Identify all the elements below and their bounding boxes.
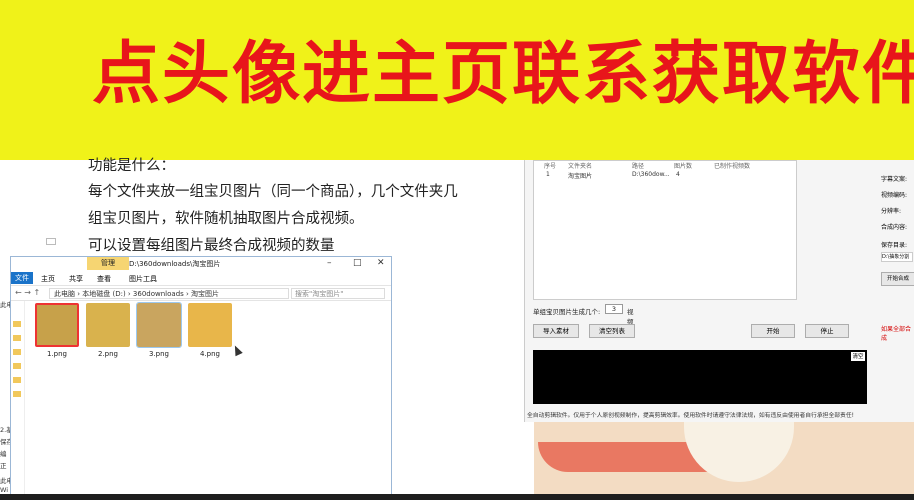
maximize-icon[interactable]: □ bbox=[353, 258, 362, 268]
save-dir-label: 保存目录: bbox=[881, 242, 908, 249]
doc-line-4: 可以设置每组图片最终合成视频的数量 bbox=[88, 238, 335, 254]
tab-picture-tools[interactable]: 图片工具 bbox=[129, 274, 157, 284]
folder-icon[interactable] bbox=[13, 377, 21, 383]
folder-icon[interactable] bbox=[13, 335, 21, 341]
window-title: D:\360downloads\淘宝图片 bbox=[129, 260, 221, 268]
file-name: 1.png bbox=[46, 350, 67, 358]
subtitle-label: 字幕文案: bbox=[881, 176, 908, 183]
file-name: 3.png bbox=[148, 350, 169, 358]
file-thumbnail-1[interactable] bbox=[35, 303, 79, 347]
resolution-label: 分辨率: bbox=[881, 208, 902, 215]
nav-pane bbox=[11, 301, 25, 496]
disclaimer-text: 全自动剪辑软件。仅用于个人原创视频制作，提高剪辑效率。使用软件时请遵守法律法规，… bbox=[527, 413, 854, 419]
gutter-label: Wi bbox=[0, 486, 9, 494]
clear-list-button[interactable]: 清空列表 bbox=[589, 324, 635, 338]
table-header: 文件夹名 bbox=[568, 163, 593, 170]
table-cell[interactable]: 1 bbox=[546, 171, 550, 178]
address-bar-row: ← → ↑ 此电脑 › 本地磁盘 (D:) › 360downloads › 淘… bbox=[11, 285, 391, 301]
doc-line-2: 每个文件夹放一组宝贝图片（同一个商品），几个文件夹几 bbox=[88, 184, 458, 200]
circle-decoration bbox=[684, 422, 794, 482]
file-thumbnail-3[interactable] bbox=[136, 302, 182, 348]
log-console: 清空 bbox=[533, 350, 867, 404]
table-header: 已制作视频数 bbox=[714, 163, 751, 170]
taskbar bbox=[0, 494, 914, 500]
table-cell[interactable]: 4 bbox=[676, 171, 680, 178]
stop-button[interactable]: 停止 bbox=[805, 324, 849, 338]
doc-line-3: 组宝贝图片，软件随机抽取图片合成视频。 bbox=[88, 211, 364, 227]
close-icon[interactable]: ✕ bbox=[377, 258, 385, 268]
folder-icon[interactable] bbox=[13, 391, 21, 397]
folder-icon[interactable] bbox=[13, 363, 21, 369]
file-explorer-window: 管理 D:\360downloads\淘宝图片 – □ ✕ 文件 主页 共享 查… bbox=[10, 256, 392, 496]
import-button[interactable]: 导入素材 bbox=[533, 324, 579, 338]
tab-view[interactable]: 查看 bbox=[97, 274, 111, 284]
content-label: 合成内容: bbox=[881, 224, 908, 231]
folder-icon[interactable] bbox=[13, 321, 21, 327]
video-tool-panel: 序号 文件夹名 路径 图片数 已制作视频数 1 淘宝图片 D:\360dow..… bbox=[524, 160, 914, 422]
title-banner: 点头像进主页联系获取软件 bbox=[0, 0, 914, 160]
explorer-titlebar: 管理 D:\360downloads\淘宝图片 – □ ✕ bbox=[11, 257, 391, 271]
table-cell[interactable]: 淘宝图片 bbox=[568, 171, 592, 180]
table-header: 图片数 bbox=[674, 163, 693, 170]
generate-unit: 视频 bbox=[627, 308, 634, 326]
generate-count-input[interactable]: 3 bbox=[605, 304, 623, 314]
gutter-label: 编 bbox=[0, 450, 7, 458]
nav-arrows-icon[interactable]: ← → ↑ bbox=[15, 288, 40, 297]
table-cell[interactable]: D:\360dow... bbox=[632, 171, 670, 178]
doc-line-1: 功能是什么： bbox=[88, 158, 175, 174]
manage-tab[interactable]: 管理 bbox=[87, 257, 129, 270]
ribbon-tabs: 文件 主页 共享 查看 图片工具 bbox=[11, 271, 391, 285]
start-button[interactable]: 开始 bbox=[751, 324, 795, 338]
start-compose-button[interactable]: 开始合成 bbox=[881, 272, 914, 286]
background-decoration bbox=[534, 422, 914, 500]
gutter-label: 正 bbox=[0, 462, 7, 470]
codec-label: 视频编码: bbox=[881, 192, 908, 199]
tab-home[interactable]: 主页 bbox=[41, 274, 55, 284]
address-bar[interactable]: 此电脑 › 本地磁盘 (D:) › 360downloads › 淘宝图片 bbox=[49, 288, 289, 299]
paragraph-handle-icon[interactable] bbox=[46, 238, 56, 245]
clear-log-button[interactable]: 清空 bbox=[851, 352, 865, 361]
file-thumbnail-4[interactable] bbox=[188, 303, 232, 347]
settings-column: 字幕文案: 视频编码: 分辨率: 合成内容: 保存目录: D:\抽象分割 开始合… bbox=[877, 160, 914, 422]
search-input[interactable]: 搜索"淘宝图片" bbox=[291, 288, 385, 299]
file-name: 2.png bbox=[97, 350, 118, 358]
file-name: 4.png bbox=[199, 350, 220, 358]
generate-count-label: 单组宝贝图片生成几个: bbox=[533, 308, 601, 316]
table-header: 路径 bbox=[632, 163, 645, 170]
save-dir-input[interactable]: D:\抽象分割 bbox=[881, 252, 913, 262]
table-header: 序号 bbox=[544, 163, 557, 170]
minimize-icon[interactable]: – bbox=[327, 258, 332, 268]
folder-table: 序号 文件夹名 路径 图片数 已制作视频数 1 淘宝图片 D:\360dow..… bbox=[533, 160, 797, 300]
generate-count-row: 单组宝贝图片生成几个: 3 视频 bbox=[533, 304, 634, 326]
file-thumbnail-2[interactable] bbox=[86, 303, 130, 347]
tab-file[interactable]: 文件 bbox=[11, 272, 33, 284]
tab-share[interactable]: 共享 bbox=[69, 274, 83, 284]
banner-title: 点头像进主页联系获取软件 bbox=[92, 35, 914, 114]
folder-icon[interactable] bbox=[13, 349, 21, 355]
